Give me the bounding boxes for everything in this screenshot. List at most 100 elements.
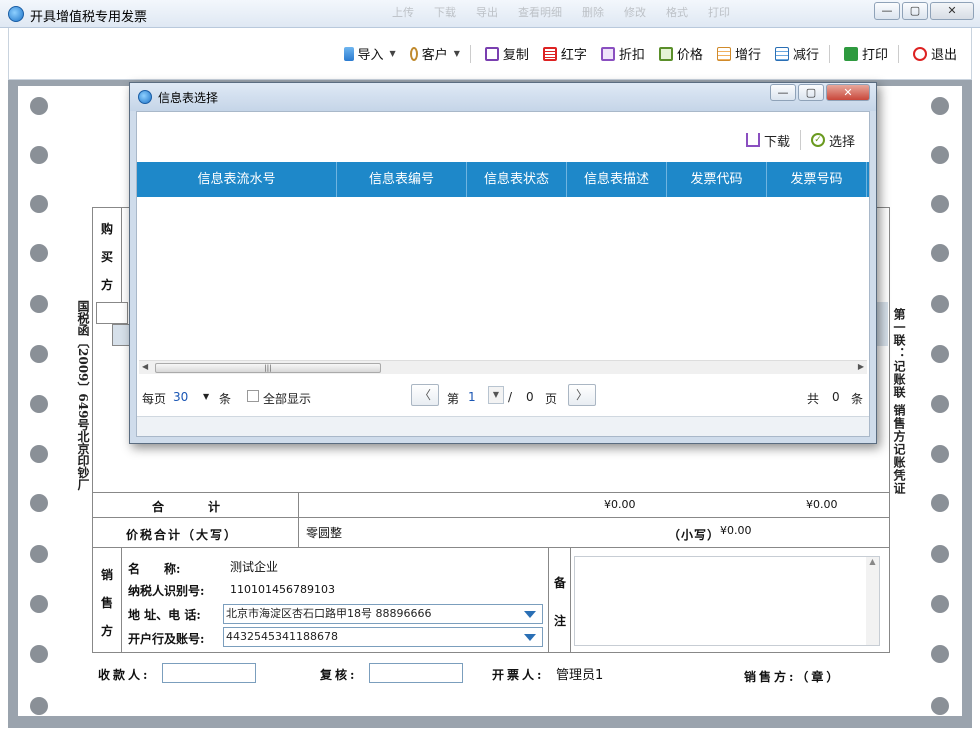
prev-page-button[interactable]: 〈 — [411, 384, 439, 406]
tax-total-small: ¥0.00 — [720, 524, 752, 537]
price-button[interactable]: 价格 — [658, 44, 703, 63]
reviewer-input[interactable] — [369, 663, 463, 683]
dropdown-arrow-icon — [524, 611, 536, 618]
page-dropdown-icon[interactable]: ▼ — [488, 386, 504, 404]
per-page-value[interactable]: 30 — [173, 390, 188, 404]
app-logo-icon — [138, 90, 152, 104]
remark-scrollbar[interactable]: ▲ — [866, 557, 879, 645]
remark-label-char: 备 — [554, 576, 567, 590]
page-total: 0 — [526, 390, 534, 404]
download-icon — [745, 133, 760, 147]
page-label: 第 — [447, 392, 460, 406]
dialog-minimize-button[interactable]: — — [770, 84, 796, 101]
minimize-button[interactable]: — — [874, 2, 900, 20]
import-button[interactable]: 导入 ▼ — [343, 44, 396, 63]
row-divider — [298, 518, 299, 548]
buyer-label-char: 方 — [101, 278, 114, 292]
reviewer-label: 复核: — [320, 668, 358, 682]
main-toolbar: 导入 ▼ 客户 ▼ 复制 红字 折扣 价格 增行 减行 打印 退出 — [8, 28, 972, 80]
horizontal-scrollbar[interactable]: ◀ ||| ▶ — [139, 360, 867, 374]
total-amount: ¥0.00 — [604, 498, 636, 511]
perforation-hole — [30, 595, 48, 613]
main-titlebar: 开具增值税专用发票 上传 下载 导出 查看明细 删除 修改 格式 打印 — ▢ … — [0, 0, 980, 28]
dialog-close-button[interactable]: ✕ — [826, 84, 870, 101]
perforation-hole — [30, 97, 48, 115]
download-button[interactable]: 下载 — [745, 131, 790, 150]
show-all-label: 全部显示 — [263, 392, 312, 406]
next-page-button[interactable]: 〉 — [568, 384, 596, 406]
delete-row-button[interactable]: 减行 — [774, 44, 819, 63]
ghost-menu-item: 打印 — [708, 6, 730, 19]
seller-bank-dropdown[interactable]: 4432545341188678 — [223, 627, 543, 647]
print-button[interactable]: 打印 — [843, 44, 888, 63]
perforation-hole — [30, 494, 48, 512]
seller-bank-value: 4432545341188678 — [226, 630, 338, 643]
perforation-hole — [30, 146, 48, 164]
perforation-hole — [30, 395, 48, 413]
drawer-value: 管理员1 — [556, 668, 604, 683]
column-header[interactable]: 信息表描述 — [567, 162, 667, 197]
printer-icon — [843, 46, 858, 61]
seller-taxid-label: 纳税人识别号: — [128, 584, 205, 598]
ghost-menu-item: 下载 — [434, 6, 456, 19]
remark-textarea[interactable] — [574, 556, 880, 646]
column-header[interactable]: 发票代码 — [667, 162, 767, 197]
seller-label-char: 售 — [101, 596, 114, 610]
column-header[interactable]: 发票号码 — [767, 162, 867, 197]
seller-bank-label: 开户行及账号: — [128, 632, 205, 646]
info-table-dialog: 信息表选择 — ▢ ✕ 下载 ✓ 选择 信息表流水号 信息表编号 信息表状态 信… — [129, 82, 877, 444]
perforation-hole — [30, 195, 48, 213]
goods-grid-cell — [96, 302, 128, 324]
seller-address-value: 北京市海淀区杏石口路甲18号 88896666 — [226, 607, 432, 620]
window-title: 开具增值税专用发票 — [30, 10, 148, 25]
per-page-dropdown-icon[interactable]: ▼ — [203, 392, 209, 401]
ghost-menu-item: 上传 — [392, 6, 414, 19]
maximize-button[interactable]: ▢ — [902, 2, 928, 20]
column-header[interactable]: 信息表流水号 — [137, 162, 337, 197]
remark-label-char: 注 — [554, 614, 567, 628]
customer-button[interactable]: 客户 ▼ — [409, 44, 460, 63]
select-button[interactable]: ✓ 选择 — [810, 131, 855, 150]
payee-input[interactable] — [162, 663, 256, 683]
scroll-right-icon[interactable]: ▶ — [858, 362, 864, 371]
toolbar-separator — [897, 44, 899, 63]
show-all-checkbox[interactable] — [247, 390, 259, 402]
ghost-menu-item: 删除 — [582, 6, 604, 19]
price-icon — [658, 46, 673, 61]
seller-label-char: 方 — [101, 624, 114, 638]
ghost-menu: 上传 下载 导出 查看明细 删除 修改 格式 打印 — [392, 4, 730, 20]
page-current[interactable]: 1 — [468, 390, 476, 404]
power-icon — [912, 46, 927, 61]
page-separator: / — [508, 390, 513, 404]
scroll-left-icon[interactable]: ◀ — [142, 362, 148, 371]
red-invoice-icon — [542, 46, 557, 61]
tax-total-small-label: （小写） — [668, 528, 721, 542]
row-divider — [298, 492, 299, 518]
exit-button[interactable]: 退出 — [912, 44, 957, 63]
pagination-bar: 每页 30 ▼ 条 全部显示 〈 第 1 ▼ / 0 页 〉 共 0 条 — [137, 382, 869, 412]
perforation-hole — [931, 645, 949, 663]
scrollbar-thumb[interactable]: ||| — [155, 363, 381, 373]
red-invoice-button[interactable]: 红字 — [542, 44, 587, 63]
column-header[interactable]: 信息表状态 — [467, 162, 567, 197]
dialog-body: 下载 ✓ 选择 信息表流水号 信息表编号 信息表状态 信息表描述 发票代码 发票… — [136, 111, 870, 437]
customer-icon — [409, 46, 418, 61]
add-row-button[interactable]: 增行 — [716, 44, 761, 63]
import-icon — [343, 46, 354, 61]
payee-label: 收款人: — [98, 668, 151, 682]
dialog-maximize-button[interactable]: ▢ — [798, 84, 824, 101]
ghost-menu-item: 查看明细 — [518, 6, 562, 19]
perforation-hole — [931, 244, 949, 262]
close-button[interactable]: ✕ — [930, 2, 974, 20]
check-circle-icon: ✓ — [810, 133, 825, 147]
printer-imprint-text: 国税函〔2009〕649号北京印钞厂 — [76, 300, 90, 491]
row-divider — [570, 548, 571, 653]
app-logo-icon — [8, 6, 24, 22]
toolbar-separator — [469, 44, 471, 63]
seller-address-dropdown[interactable]: 北京市海淀区杏石口路甲18号 88896666 — [223, 604, 543, 624]
discount-icon — [600, 46, 615, 61]
column-header[interactable]: 信息表编号 — [337, 162, 467, 197]
copy-button[interactable]: 复制 — [484, 44, 529, 63]
perforation-hole — [931, 595, 949, 613]
discount-button[interactable]: 折扣 — [600, 44, 645, 63]
